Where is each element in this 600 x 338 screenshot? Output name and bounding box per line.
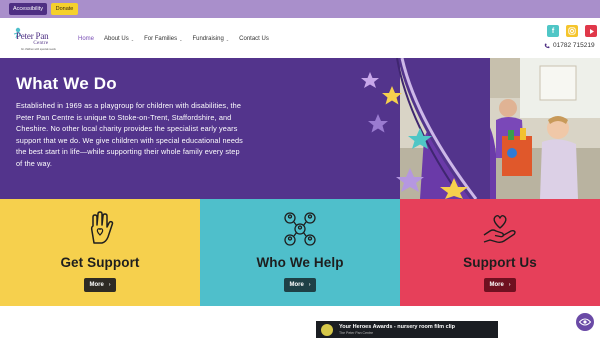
chevron-right-icon: › — [508, 282, 511, 288]
nav-item-fundraising[interactable]: Fundraising ⌄ — [192, 34, 229, 44]
instagram-icon[interactable] — [566, 25, 578, 37]
accessibility-eye-button[interactable] — [576, 313, 594, 331]
hand-holding-heart-icon — [483, 215, 516, 244]
site-logo[interactable]: Peter Pan Centre for children with speci… — [12, 24, 58, 54]
youtube-icon[interactable] — [585, 25, 597, 37]
tile-title: Get Support — [60, 255, 140, 270]
phone-icon — [544, 43, 550, 48]
main-nav: Home About Us ⌄ For Families ⌄ Fundraising… — [78, 34, 279, 44]
video-player[interactable]: Your Heroes Awards - nursery room film c… — [316, 321, 498, 338]
tile-title: Support Us — [463, 255, 537, 270]
nav-item-about-us[interactable]: About Us ⌄ — [104, 34, 134, 44]
nav-item-home[interactable]: Home — [78, 34, 94, 44]
hero-description: Established in 1969 as a playgroup for c… — [16, 101, 243, 168]
nav-item-for-families[interactable]: For Families ⌄ — [144, 34, 182, 44]
video-section: Your Heroes Awards - nursery room film c… — [0, 306, 600, 338]
chevron-right-icon: › — [308, 282, 311, 288]
donate-button[interactable]: Donate — [51, 3, 78, 15]
logo-name: Peter Pan Centre — [16, 31, 49, 47]
nav-item-contact-us[interactable]: Contact Us — [239, 34, 269, 44]
chevron-down-icon: ⌄ — [225, 36, 230, 42]
eye-icon — [579, 318, 591, 326]
logo-tagline: for children with special needs — [21, 48, 56, 51]
top-bar: Accessibility Donate — [0, 0, 600, 18]
hand-heart-icon — [90, 211, 114, 244]
phone-number[interactable]: 01782 715219 — [544, 42, 595, 49]
channel-avatar — [321, 324, 333, 336]
support-us-more-button[interactable]: More › — [484, 278, 516, 292]
who-we-help-more-button[interactable]: More › — [284, 278, 316, 292]
video-channel: The Peter Pan Centre — [339, 331, 374, 335]
hero-title: What We Do — [16, 74, 117, 93]
tile-title: Who We Help — [256, 255, 344, 270]
who-we-help-tile[interactable]: Who We Help More › — [200, 199, 400, 306]
accessibility-button[interactable]: Accessibility — [9, 3, 47, 15]
video-title: Your Heroes Awards - nursery room film c… — [339, 324, 456, 330]
hero-section: What We Do Established in 1969 as a play… — [0, 58, 600, 199]
get-support-tile[interactable]: Get Support More › — [0, 199, 200, 306]
facebook-icon[interactable]: f — [547, 25, 559, 37]
site-header: Peter Pan Centre for children with speci… — [0, 18, 600, 58]
people-network-icon — [284, 212, 316, 246]
chevron-down-icon: ⌄ — [130, 36, 135, 42]
chevron-down-icon: ⌄ — [179, 36, 183, 42]
support-us-tile[interactable]: Support Us More › — [400, 199, 600, 306]
star-decoration — [361, 58, 490, 199]
chevron-right-icon: › — [108, 282, 111, 288]
get-support-more-button[interactable]: More › — [84, 278, 116, 292]
